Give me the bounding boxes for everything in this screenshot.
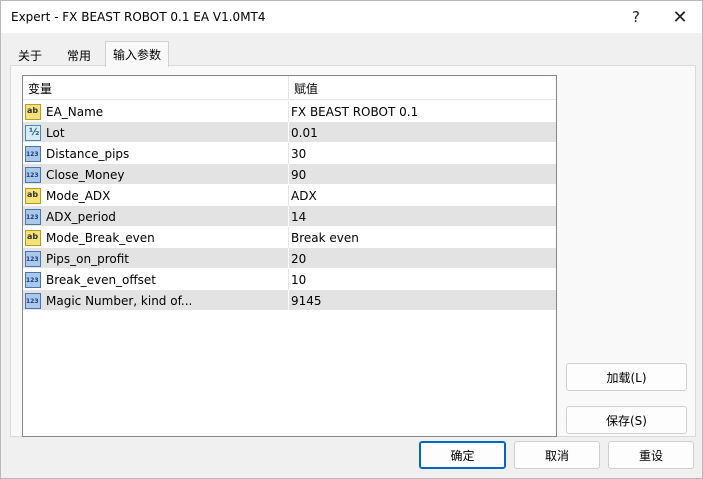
table-row[interactable]: Magic Number, kind of... 9145 <box>23 290 556 311</box>
string-type-icon <box>25 103 41 120</box>
help-icon: ? <box>632 8 640 26</box>
variable-value[interactable]: FX BEAST ROBOT 0.1 <box>291 101 551 122</box>
variable-value[interactable]: 9145 <box>291 290 551 311</box>
ok-button[interactable]: 确定 <box>419 441 506 469</box>
table-row[interactable]: Mode_ADX ADX <box>23 185 556 206</box>
tab-inputs[interactable]: 输入参数 <box>105 41 170 67</box>
variable-name: ADX_period <box>46 209 116 224</box>
integer-type-icon <box>25 271 41 288</box>
variable-value[interactable]: 90 <box>291 164 551 185</box>
integer-type-icon <box>25 208 41 225</box>
variable-name: EA_Name <box>46 104 104 119</box>
variable-name: Magic Number, kind of... <box>46 293 193 308</box>
tab-common[interactable]: 常用 <box>59 44 99 66</box>
table-row[interactable]: Close_Money 90 <box>23 164 556 185</box>
integer-type-icon <box>25 145 41 162</box>
parameters-grid[interactable]: 变量 赋值 EA_Name FX BEAST ROBOT 0.1 Lot 0.0… <box>22 75 557 437</box>
table-row[interactable]: Mode_Break_even Break even <box>23 227 556 248</box>
integer-type-icon <box>25 250 41 267</box>
variable-name: Pips_on_profit <box>46 251 130 266</box>
title-bar: Expert - FX BEAST ROBOT 0.1 EA V1.0MT4 ?… <box>1 1 702 33</box>
variable-name: Mode_ADX <box>46 188 111 203</box>
tab-strip: 关于 常用 输入参数 <box>1 41 703 67</box>
cancel-button[interactable]: 取消 <box>514 441 600 469</box>
variable-value[interactable]: ADX <box>291 185 551 206</box>
variable-value[interactable]: 10 <box>291 269 551 290</box>
column-header-variable[interactable]: 变量 <box>23 76 289 100</box>
table-row[interactable]: EA_Name FX BEAST ROBOT 0.1 <box>23 101 556 122</box>
variable-value[interactable]: 0.01 <box>291 122 551 143</box>
variable-name: Distance_pips <box>46 146 130 161</box>
close-icon: ✕ <box>672 6 688 28</box>
variable-name: Close_Money <box>46 167 125 182</box>
variable-value[interactable]: 20 <box>291 248 551 269</box>
table-row[interactable]: Break_even_offset 10 <box>23 269 556 290</box>
help-button[interactable]: ? <box>613 1 659 33</box>
column-header-value[interactable]: 赋值 <box>289 76 556 100</box>
close-button[interactable]: ✕ <box>657 1 703 33</box>
table-row[interactable]: Pips_on_profit 20 <box>23 248 556 269</box>
grid-header: 变量 赋值 <box>23 76 556 100</box>
table-row[interactable]: Distance_pips 30 <box>23 143 556 164</box>
grid-rows: EA_Name FX BEAST ROBOT 0.1 Lot 0.01 Dist… <box>23 101 556 311</box>
variable-name: Mode_Break_even <box>46 230 155 245</box>
load-button[interactable]: 加载(L) <box>566 363 687 391</box>
integer-type-icon <box>25 292 41 309</box>
variable-name: Break_even_offset <box>46 272 157 287</box>
tab-about[interactable]: 关于 <box>10 44 50 66</box>
string-type-icon <box>25 229 41 246</box>
variable-value[interactable]: 14 <box>291 206 551 227</box>
expert-dialog: Expert - FX BEAST ROBOT 0.1 EA V1.0MT4 ?… <box>0 0 703 479</box>
variable-value[interactable]: 30 <box>291 143 551 164</box>
table-row[interactable]: ADX_period 14 <box>23 206 556 227</box>
double-type-icon <box>25 124 41 141</box>
table-row[interactable]: Lot 0.01 <box>23 122 556 143</box>
variable-value[interactable]: Break even <box>291 227 551 248</box>
integer-type-icon <box>25 166 41 183</box>
string-type-icon <box>25 187 41 204</box>
window-title: Expert - FX BEAST ROBOT 0.1 EA V1.0MT4 <box>11 10 266 24</box>
save-button[interactable]: 保存(S) <box>566 406 687 434</box>
reset-button[interactable]: 重设 <box>608 441 694 469</box>
variable-name: Lot <box>46 125 65 140</box>
